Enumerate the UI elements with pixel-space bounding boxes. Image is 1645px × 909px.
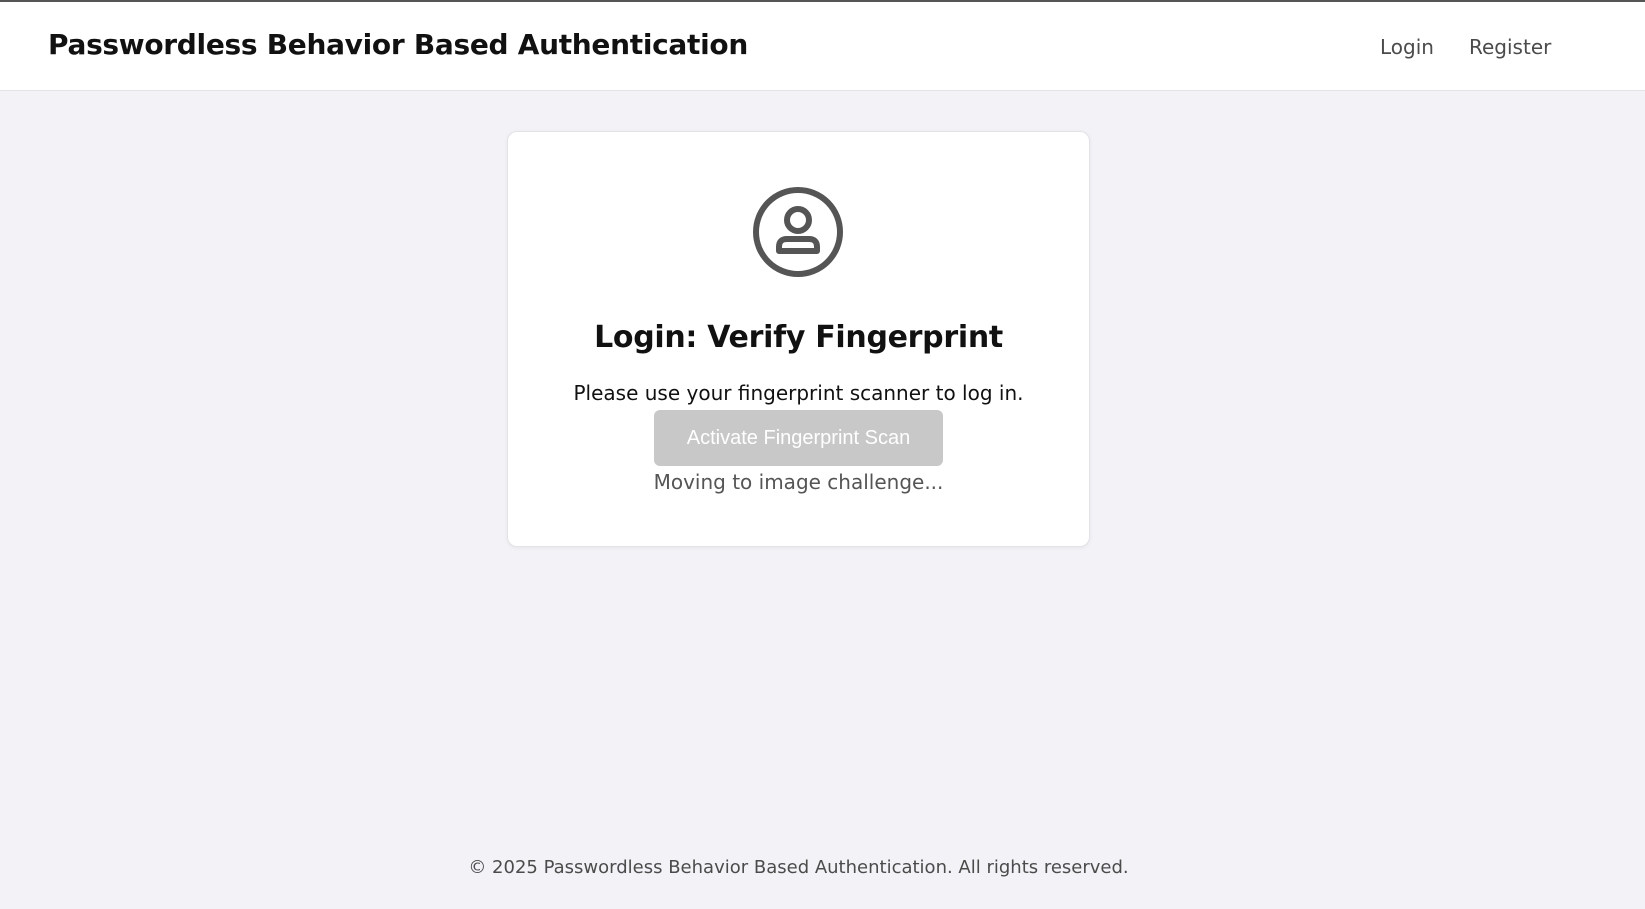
footer-copyright: © 2025 Passwordless Behavior Based Authe… xyxy=(468,857,1129,878)
app-title: Passwordless Behavior Based Authenticati… xyxy=(48,28,748,61)
user-circle-icon xyxy=(753,187,843,277)
activate-fingerprint-scan-button[interactable]: Activate Fingerprint Scan xyxy=(654,410,943,466)
card-description: Please use your fingerprint scanner to l… xyxy=(573,381,1024,405)
login-card: Login: Verify Fingerprint Please use you… xyxy=(507,131,1090,547)
status-message: Moving to image challenge... xyxy=(653,470,944,494)
site-header: Passwordless Behavior Based Authenticati… xyxy=(0,2,1645,91)
nav-login-link[interactable]: Login xyxy=(1380,35,1434,59)
nav-register-link[interactable]: Register xyxy=(1469,35,1551,59)
card-title: Login: Verify Fingerprint xyxy=(594,320,1003,355)
